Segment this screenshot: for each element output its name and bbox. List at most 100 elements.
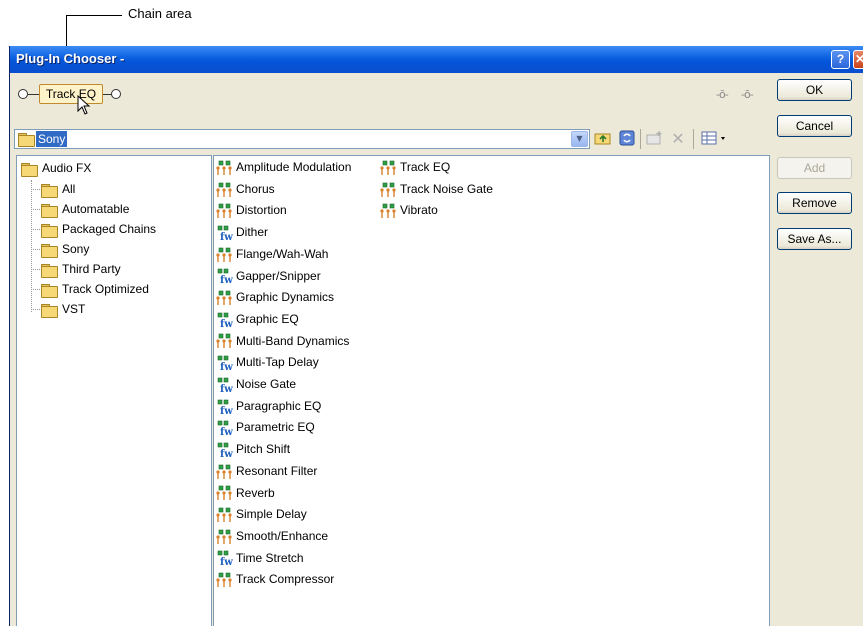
tree-guide-line [31, 229, 40, 230]
list-item[interactable]: Track EQ [380, 157, 450, 177]
plugin-name: Reverb [236, 485, 275, 500]
new-folder-icon[interactable] [646, 130, 664, 148]
plugin-fw-icon: fw [216, 399, 236, 415]
cancel-button[interactable]: Cancel [777, 115, 852, 137]
plugin-chooser-window: Plug-In Chooser - ? ✕ Track EQ -ō- -ō- S… [9, 46, 863, 626]
close-button[interactable]: ✕ [853, 50, 863, 69]
list-item[interactable]: Chorus [216, 179, 275, 199]
plugin-chain-icon [216, 203, 236, 219]
list-item[interactable]: Vibrato [380, 200, 438, 220]
tree-node-third-party[interactable]: Third Party [41, 260, 121, 278]
save-as-button[interactable]: Save As... [777, 228, 852, 250]
chain-plugin-track-eq[interactable]: Track EQ [39, 84, 103, 104]
plugin-name: Flange/Wah-Wah [236, 246, 329, 261]
list-item[interactable]: Track Noise Gate [380, 179, 493, 199]
plugin-name: Simple Delay [236, 507, 307, 522]
list-item[interactable]: fw Gapper/Snipper [216, 266, 321, 286]
list-item[interactable]: Multi-Band Dynamics [216, 331, 349, 351]
plugin-fw-icon: fw [216, 377, 236, 393]
tree-node-label: Packaged Chains [62, 222, 157, 236]
list-item[interactable]: Resonant Filter [216, 461, 317, 481]
svg-text:fw: fw [220, 232, 233, 241]
plugin-chain-icon [216, 247, 236, 262]
folder-icon [41, 223, 58, 238]
tree-node-audio-fx[interactable]: Audio FX [21, 159, 91, 177]
tree-node-label: Third Party [62, 262, 121, 276]
folder-tree[interactable]: Audio FX All Automatable Packaged Chains So… [16, 155, 212, 626]
folder-dropdown[interactable]: Sony ▼ [14, 129, 590, 149]
list-item[interactable]: fw Pitch Shift [216, 439, 290, 459]
plugin-chain-icon [380, 203, 400, 219]
plugin-list[interactable]: Amplitude Modulation Chorus Distortion fw Di… [213, 155, 770, 626]
chain-area: Track EQ -ō- -ō- [10, 73, 775, 113]
plugin-chain-icon [216, 486, 236, 501]
plugin-name: Gapper/Snipper [236, 268, 321, 283]
delete-icon[interactable]: ✕ [669, 130, 687, 148]
callout-line [66, 15, 122, 16]
plugin-name: Distortion [236, 203, 287, 218]
list-item[interactable]: fw Noise Gate [216, 374, 296, 394]
tree-node-label: Audio FX [42, 161, 92, 175]
list-item[interactable]: Graphic Dynamics [216, 287, 334, 307]
list-item[interactable]: fw Parametric EQ [216, 417, 315, 437]
up-folder-icon[interactable] [594, 130, 612, 148]
list-item[interactable]: Smooth/Enhance [216, 526, 328, 546]
list-item[interactable]: Simple Delay [216, 504, 307, 524]
folder-icon [41, 263, 58, 278]
plugin-chain-icon [216, 182, 236, 197]
tree-node-all[interactable]: All [41, 180, 75, 198]
mouse-cursor-icon [77, 94, 91, 115]
svg-text:fw: fw [220, 427, 233, 436]
plugin-name: Smooth/Enhance [236, 528, 329, 543]
list-item[interactable]: Track Compressor [216, 569, 334, 589]
move-left-icon[interactable]: -ō- [716, 88, 729, 101]
tree-guide-line [31, 209, 40, 210]
plugin-name: Vibrato [400, 203, 438, 218]
plugin-fw-icon: fw [216, 225, 236, 241]
list-item[interactable]: Reverb [216, 483, 275, 503]
tree-node-track-optimized[interactable]: Track Optimized [41, 280, 149, 298]
plugin-fw-icon: fw [216, 269, 236, 284]
help-button[interactable]: ? [831, 50, 850, 69]
tree-node-sony[interactable]: Sony [41, 240, 89, 258]
plugin-name: Chorus [236, 181, 275, 196]
refresh-icon[interactable] [618, 130, 636, 148]
tree-node-automatable[interactable]: Automatable [41, 200, 129, 218]
plugin-name: Time Stretch [236, 550, 304, 565]
list-item[interactable]: Amplitude Modulation [216, 157, 351, 177]
tree-guide-line [31, 189, 40, 190]
plugin-name: Track EQ [400, 160, 451, 174]
folder-icon [18, 133, 35, 147]
plugin-name: Multi-Tap Delay [236, 355, 319, 370]
tree-node-label: Track Optimized [62, 282, 149, 296]
plugin-name: Resonant Filter [236, 463, 318, 478]
tree-guide-line [31, 289, 40, 290]
tree-node-packaged-chains[interactable]: Packaged Chains [41, 220, 156, 238]
plugin-chain-icon [216, 507, 236, 523]
chevron-down-icon[interactable]: ▼ [571, 131, 588, 147]
tree-guide-line [31, 309, 40, 310]
folder-icon [41, 183, 58, 198]
tree-node-vst[interactable]: VST [41, 300, 85, 318]
tree-guide-line [31, 180, 32, 312]
plugin-name: Parametric EQ [236, 420, 315, 435]
plugin-name: Pitch Shift [236, 442, 291, 457]
plugin-fw-icon: fw [216, 355, 236, 371]
list-item[interactable]: fw Multi-Tap Delay [216, 352, 319, 372]
remove-button[interactable]: Remove [777, 192, 852, 214]
plugin-chain-icon [216, 464, 236, 479]
list-item[interactable]: fw Dither [216, 222, 268, 242]
list-item[interactable]: Flange/Wah-Wah [216, 244, 328, 264]
list-item[interactable]: fw Time Stretch [216, 548, 304, 568]
list-item[interactable]: Distortion [216, 200, 287, 220]
folder-icon [41, 243, 58, 258]
list-item[interactable]: fw Graphic EQ [216, 309, 299, 329]
plugin-chain-icon [216, 160, 236, 175]
ok-button[interactable]: OK [777, 79, 852, 101]
svg-text:fw: fw [220, 557, 233, 566]
list-item[interactable]: fw Paragraphic EQ [216, 396, 321, 416]
move-right-icon[interactable]: -ō- [741, 88, 754, 101]
add-button[interactable]: Add [777, 157, 852, 179]
folder-icon [41, 283, 58, 298]
view-menu-icon[interactable] [700, 130, 730, 148]
